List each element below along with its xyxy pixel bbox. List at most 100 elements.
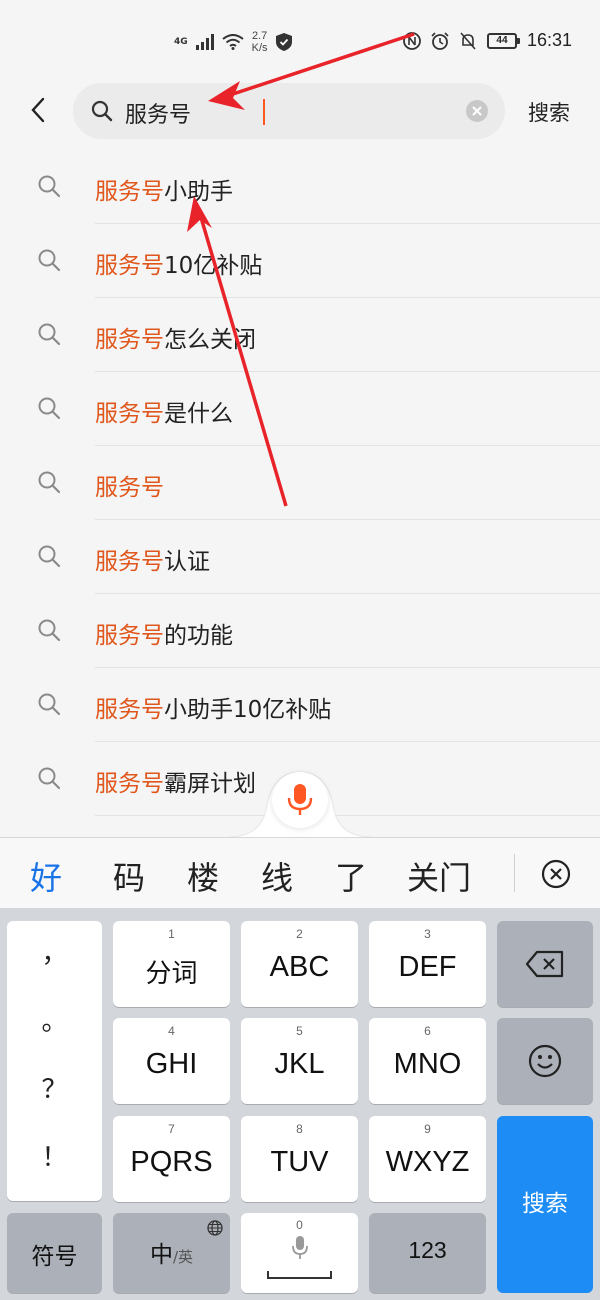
search-query: 服务号 (125, 103, 192, 128)
network-type: 4G (174, 36, 188, 47)
key-8[interactable]: 8 TUV (241, 1116, 358, 1202)
key-number: 1 (168, 927, 175, 941)
speed-unit: K/s (251, 42, 268, 54)
battery-indicator: 44 (486, 32, 520, 49)
punct-exclaim-key[interactable]: ！ (7, 1137, 102, 1174)
punctuation-column: ， 。 ？ ！ (7, 921, 102, 1201)
suggestion-highlight: 服务号 (95, 475, 164, 501)
suggestion-highlight: 服务号 (95, 327, 164, 353)
space-key[interactable]: 0 (241, 1213, 358, 1293)
search-icon (38, 249, 61, 272)
search-icon (38, 693, 61, 716)
chevron-left-icon (31, 97, 45, 123)
suggestion-highlight: 服务号 (95, 253, 164, 279)
ime-keyboard: 好 码 楼 线 了 关门 ， 。 ？ ！ 1 分词 2 ABC 3 DEF 4 … (0, 837, 600, 1300)
clock: 16:31 (526, 30, 572, 50)
search-icon (38, 323, 61, 346)
suggestion-text: 服务号的功能 (95, 616, 233, 650)
suggestion-item[interactable]: 服务号小助手10亿补贴 (0, 668, 600, 742)
key-9[interactable]: 9 WXYZ (369, 1116, 486, 1202)
candidate-word[interactable]: 了 (335, 853, 367, 899)
candidate-word[interactable]: 码 (113, 853, 145, 899)
key-number: 6 (424, 1024, 431, 1038)
key-label: MNO (393, 1048, 462, 1080)
alarm-icon (431, 31, 449, 50)
candidate-word[interactable]: 线 (261, 853, 293, 899)
suggestion-highlight: 服务号 (95, 549, 164, 575)
shield-icon (275, 33, 292, 51)
candidate-word[interactable]: 关门 (407, 853, 471, 899)
suggestion-highlight: 服务号 (95, 623, 164, 649)
space-bar-glyph (267, 1271, 332, 1279)
key-1[interactable]: 1 分词 (113, 921, 230, 1007)
suggestion-rest: 小助手 (164, 179, 233, 205)
candidate-divider (514, 854, 515, 892)
suggestion-list: 服务号小助手 服务号10亿补贴 服务号怎么关闭 服务号是什么 服务号 服务号认证 服务号的功… (0, 150, 600, 816)
punct-comma-key[interactable]: ， (7, 933, 102, 970)
key-number: 0 (296, 1218, 303, 1232)
suggestion-item[interactable]: 服务号小助手 (0, 150, 600, 224)
numbers-key[interactable]: 123 (369, 1213, 486, 1293)
status-bar: 4G 2.7 K/s 44 16:31 (0, 0, 600, 80)
suggestion-highlight: 服务号 (95, 179, 164, 205)
suggestion-text: 服务号小助手10亿补贴 (95, 690, 331, 724)
symbols-key[interactable]: 符号 (7, 1213, 102, 1293)
punct-period-key[interactable]: 。 (7, 1001, 102, 1038)
emoji-key[interactable] (497, 1018, 593, 1104)
key-label: ABC (269, 951, 330, 983)
suggestion-rest: 是什么 (164, 401, 233, 427)
language-switch-key[interactable]: 中/英 (113, 1213, 230, 1293)
search-icon (38, 175, 61, 198)
close-candidates-button[interactable] (540, 858, 572, 894)
search-button[interactable]: 搜索 (528, 97, 570, 127)
close-circle-icon (541, 859, 571, 889)
suggestion-item[interactable]: 服务号怎么关闭 (0, 298, 600, 372)
key-7[interactable]: 7 PQRS (113, 1116, 230, 1202)
globe-icon (207, 1220, 223, 1236)
language-labels: 中/英 (113, 1235, 230, 1269)
key-number: 9 (424, 1122, 431, 1136)
suggestion-rest: 小助手10亿补贴 (164, 697, 332, 723)
search-icon (38, 619, 61, 642)
back-button[interactable] (22, 94, 54, 126)
key-4[interactable]: 4 GHI (113, 1018, 230, 1104)
keyboard-search-key[interactable]: 搜索 (497, 1116, 593, 1293)
suggestion-item[interactable]: 服务号 (0, 446, 600, 520)
wifi-icon (222, 34, 244, 50)
suggestion-rest: 的功能 (164, 623, 233, 649)
key-label: TUV (270, 1146, 329, 1178)
candidate-word[interactable]: 楼 (187, 853, 219, 899)
key-number: 8 (296, 1122, 303, 1136)
backspace-key[interactable] (497, 921, 593, 1007)
key-label: PQRS (130, 1146, 213, 1178)
text-cursor (263, 99, 265, 125)
key-3[interactable]: 3 DEF (369, 921, 486, 1007)
suggestion-item[interactable]: 服务号认证 (0, 520, 600, 594)
suggestion-text: 服务号10亿补贴 (95, 246, 262, 280)
key-number: 5 (296, 1024, 303, 1038)
punct-question-key[interactable]: ？ (7, 1069, 102, 1106)
speed-value: 2.7 (251, 30, 268, 42)
suggestion-item[interactable]: 服务号是什么 (0, 372, 600, 446)
suggestion-item[interactable]: 服务号的功能 (0, 594, 600, 668)
clear-circle-icon (472, 106, 482, 116)
microphone-icon (287, 784, 313, 815)
search-input[interactable]: 服务号 (73, 83, 505, 139)
key-label: WXYZ (385, 1146, 470, 1178)
key-label: 分词 (145, 959, 198, 989)
suggestion-item[interactable]: 服务号10亿补贴 (0, 224, 600, 298)
key-label: 123 (408, 1237, 447, 1263)
key-5[interactable]: 5 JKL (241, 1018, 358, 1104)
suggestion-rest: 认证 (164, 549, 210, 575)
search-icon (38, 471, 61, 494)
clear-button[interactable] (466, 100, 488, 122)
key-number: 4 (168, 1024, 175, 1038)
suggestion-text: 服务号小助手 (95, 172, 233, 206)
key-6[interactable]: 6 MNO (369, 1018, 486, 1104)
voice-input-button[interactable] (272, 772, 328, 828)
key-2[interactable]: 2 ABC (241, 921, 358, 1007)
signal-icon (195, 34, 214, 50)
key-label: 符号 (31, 1244, 78, 1270)
key-number: 7 (168, 1122, 175, 1136)
candidate-word[interactable]: 好 (30, 853, 62, 899)
